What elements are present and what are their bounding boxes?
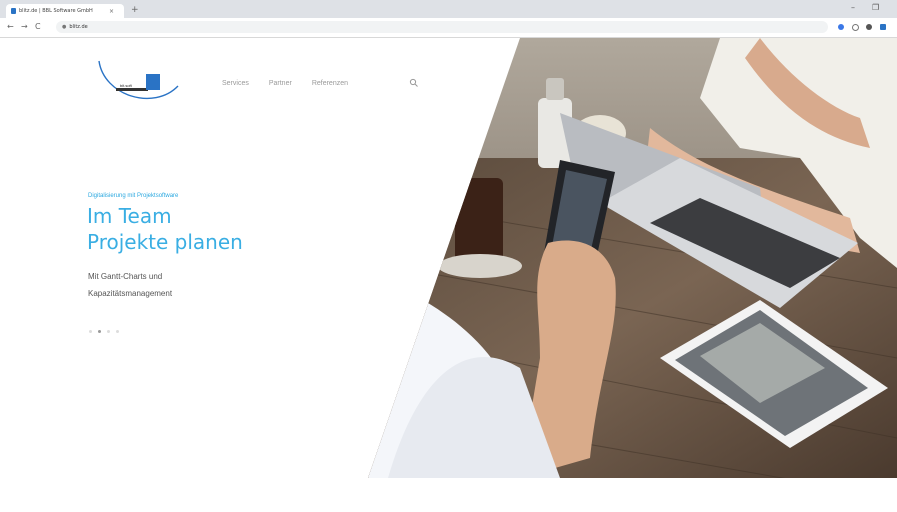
nav-item-referenzen[interactable]: Referenzen (312, 80, 348, 87)
browser-tab[interactable]: blitz.de | BBL Software GmbH × (6, 4, 124, 18)
hero-eyebrow: Digitalisierung mit Projektsoftware (88, 193, 179, 199)
back-button[interactable]: ← (7, 22, 14, 32)
hero-subline: Mit Gantt-Charts und Kapazitätsmanagemen… (88, 268, 248, 302)
hero-headline: Im Team Projekte planen (87, 203, 307, 255)
nav-item-services[interactable]: Services (222, 80, 249, 87)
search-icon[interactable] (409, 78, 419, 88)
account-icon[interactable] (852, 24, 859, 31)
main-navigation: Services Partner Referenzen (222, 80, 348, 87)
slider-dot-active[interactable] (98, 330, 101, 333)
tab-close-button[interactable]: × (109, 8, 114, 15)
browser-toolbar: ← → C ● blitz.de (0, 18, 897, 38)
hero-headline-line1: Im Team (87, 204, 172, 228)
company-logo[interactable]: bit.soft (94, 56, 184, 108)
address-bar[interactable]: ● blitz.de (56, 21, 828, 33)
favicon-icon (11, 8, 16, 14)
address-url: blitz.de (69, 24, 88, 30)
hero-subline-line1: Mit Gantt-Charts und (88, 272, 163, 281)
nav-item-partner[interactable]: Partner (269, 80, 292, 87)
profile-icon[interactable] (880, 24, 886, 30)
extension-icon[interactable] (838, 24, 844, 30)
forward-button[interactable]: → (21, 22, 28, 32)
web-page: bit.soft Services Partner Referenzen Dig… (0, 38, 897, 512)
hero-subline-line2: Kapazitätsmanagement (88, 289, 173, 298)
new-tab-button[interactable]: + (131, 4, 139, 16)
svg-text:bit.soft: bit.soft (120, 83, 133, 88)
hero-headline-line2: Projekte planen (87, 230, 243, 254)
tab-strip: blitz.de | BBL Software GmbH × + – ❐ (0, 0, 897, 18)
tab-title: blitz.de | BBL Software GmbH (19, 8, 93, 14)
restore-button[interactable]: ❐ (872, 3, 879, 12)
slider-dot[interactable] (107, 330, 110, 333)
reload-button[interactable]: C (35, 22, 41, 32)
slider-pagination (89, 330, 119, 333)
slider-dot[interactable] (89, 330, 92, 333)
puzzle-icon[interactable] (866, 24, 872, 30)
lock-icon: ● (62, 24, 67, 30)
slider-dot[interactable] (116, 330, 119, 333)
minimize-button[interactable]: – (851, 3, 855, 12)
